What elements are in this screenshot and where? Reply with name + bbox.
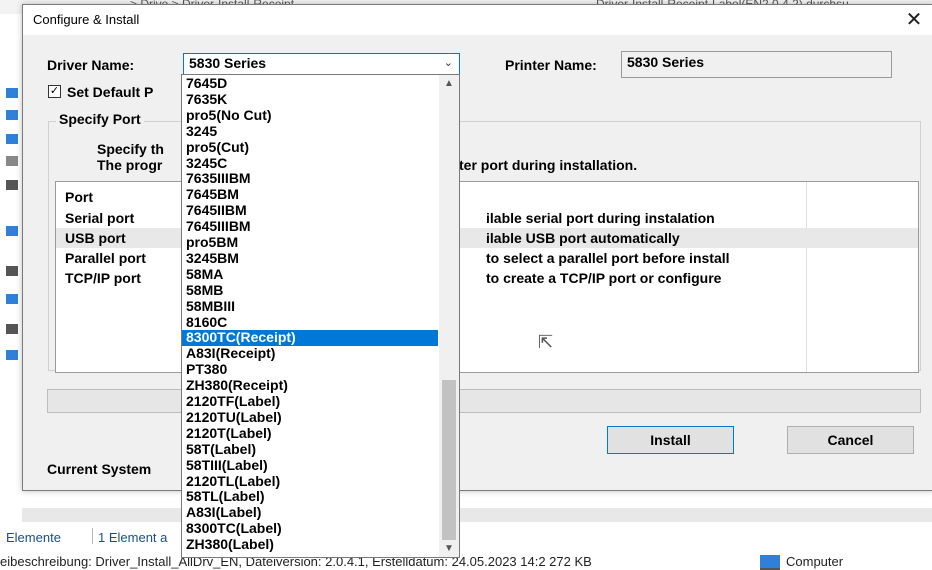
set-default-checkbox[interactable]: ✓ — [48, 85, 61, 98]
scroll-up-icon[interactable]: ▲ — [439, 78, 459, 89]
dropdown-option[interactable]: 2120TL(Label) — [182, 474, 438, 490]
dropdown-option[interactable]: ZH380(Receipt) — [182, 378, 438, 394]
dropdown-option[interactable]: pro5BM — [182, 235, 438, 251]
specify-line-2-tail: ter port during installation. — [459, 157, 638, 173]
install-progress-bar — [47, 389, 921, 413]
port-header: Port — [65, 189, 93, 205]
dropdown-option[interactable]: ZH380(Label) — [182, 537, 438, 553]
dropdown-option[interactable]: 58TL(Label) — [182, 489, 438, 505]
port-desc: ilable USB port automatically — [486, 230, 680, 246]
dropdown-option[interactable]: 3245BM — [182, 251, 438, 267]
dropdown-option[interactable]: 58MA — [182, 267, 438, 283]
status-count: Elemente — [6, 530, 61, 545]
dropdown-scrollbar[interactable]: ▲ ▼ — [439, 75, 459, 557]
install-button[interactable]: Install — [607, 426, 734, 454]
dropdown-option[interactable]: 58MB — [182, 283, 438, 299]
cancel-button[interactable]: Cancel — [787, 426, 914, 454]
driver-name-label: Driver Name: — [47, 57, 135, 73]
port-name: Parallel port — [65, 250, 146, 266]
driver-name-combo[interactable]: 5830 Series ⌄ — [183, 53, 460, 75]
status-selected: 1 Element a — [98, 530, 168, 545]
drive-icon[interactable] — [6, 324, 18, 334]
music-icon[interactable] — [6, 226, 18, 236]
dropdown-option[interactable]: 3245 — [182, 124, 438, 140]
close-icon[interactable]: ✕ — [901, 7, 927, 32]
printer-name-value: 5830 Series — [627, 54, 705, 70]
explorer-status-bar: Elemente 1 Element a eibeschreibung: Dri… — [0, 524, 932, 570]
dropdown-option[interactable]: 2120T(Label) — [182, 426, 438, 442]
port-desc: to select a parallel port before install — [486, 250, 730, 266]
mouse-cursor-icon: ⇱ — [538, 332, 554, 352]
download-icon[interactable] — [6, 134, 18, 144]
folder-icon[interactable] — [6, 110, 18, 120]
dropdown-option[interactable]: 8300TC(Label) — [182, 521, 438, 537]
video-icon[interactable] — [6, 266, 18, 276]
image-icon[interactable] — [6, 180, 18, 190]
chevron-down-icon[interactable]: ⌄ — [444, 56, 453, 69]
current-system-label: Current System — [47, 461, 152, 477]
dropdown-option[interactable]: 3245C — [182, 156, 438, 172]
port-name: TCP/IP port — [65, 270, 141, 286]
dropdown-option[interactable]: 7635IIIBM — [182, 171, 438, 187]
explorer-nav-pane — [0, 14, 22, 494]
printer-name-label: Printer Name: — [505, 57, 597, 73]
document-icon[interactable] — [6, 156, 18, 166]
computer-label: Computer — [786, 554, 844, 569]
dropdown-option[interactable]: 58MBIII — [182, 299, 438, 315]
dropdown-option[interactable]: 58TIII(Label) — [182, 458, 438, 474]
dropdown-option[interactable]: 7635K — [182, 92, 438, 108]
dropdown-option[interactable]: pro5(No Cut) — [182, 108, 438, 124]
dropdown-option[interactable]: A83I(Receipt) — [182, 346, 438, 362]
printer-name-field[interactable]: 5830 Series — [621, 51, 892, 78]
dropdown-option[interactable]: 7645BM — [182, 187, 438, 203]
dropdown-option[interactable]: 7645IIIBM — [182, 219, 438, 235]
dropdown-option[interactable]: 7645D — [182, 76, 438, 92]
specify-line-2: The progr — [97, 157, 163, 173]
port-desc: to create a TCP/IP port or configure — [486, 270, 722, 286]
dropdown-option[interactable]: A83I(Label) — [182, 505, 438, 521]
scroll-down-icon[interactable]: ▼ — [439, 543, 459, 554]
driver-name-value: 5830 Series — [189, 55, 267, 71]
port-name: USB port — [65, 230, 126, 246]
dropdown-option[interactable]: 8160C — [182, 315, 438, 331]
dialog-titlebar[interactable]: Configure & Install ✕ — [23, 5, 932, 35]
computer-icon — [760, 555, 780, 570]
dropdown-option[interactable]: 58T(Label) — [182, 442, 438, 458]
set-default-label: Set Default P — [67, 84, 154, 100]
dialog-title: Configure & Install — [33, 12, 140, 27]
dropdown-option[interactable]: pro5(Cut) — [182, 140, 438, 156]
dropdown-option[interactable]: 8300TC(Receipt) — [182, 330, 438, 347]
explorer-scrollbar[interactable] — [22, 508, 932, 522]
port-desc: ilable serial port during instalation — [486, 210, 715, 226]
specify-port-title: Specify Port — [56, 111, 144, 127]
specify-line-1: Specify th — [97, 141, 164, 157]
scrollbar-thumb[interactable] — [442, 380, 456, 540]
configure-install-dialog: Configure & Install ✕ Driver Name: 5830 … — [22, 4, 932, 491]
dropdown-option[interactable]: 7645IIBM — [182, 203, 438, 219]
port-name: Serial port — [65, 210, 135, 226]
computer-nav-icon[interactable] — [6, 294, 18, 304]
dropdown-option[interactable]: PT380 — [182, 362, 438, 378]
dropdown-option[interactable]: 2120TU(Label) — [182, 410, 438, 426]
pin-icon[interactable] — [6, 88, 18, 98]
driver-name-dropdown-list[interactable]: ▲ ▼ 7645D 7635K pro5(No Cut) 3245 pro5(Cut) 3… — [181, 74, 460, 558]
dropdown-option[interactable]: 2120TF(Label) — [182, 394, 438, 410]
status-divider — [92, 528, 93, 544]
network-icon[interactable] — [6, 350, 18, 360]
